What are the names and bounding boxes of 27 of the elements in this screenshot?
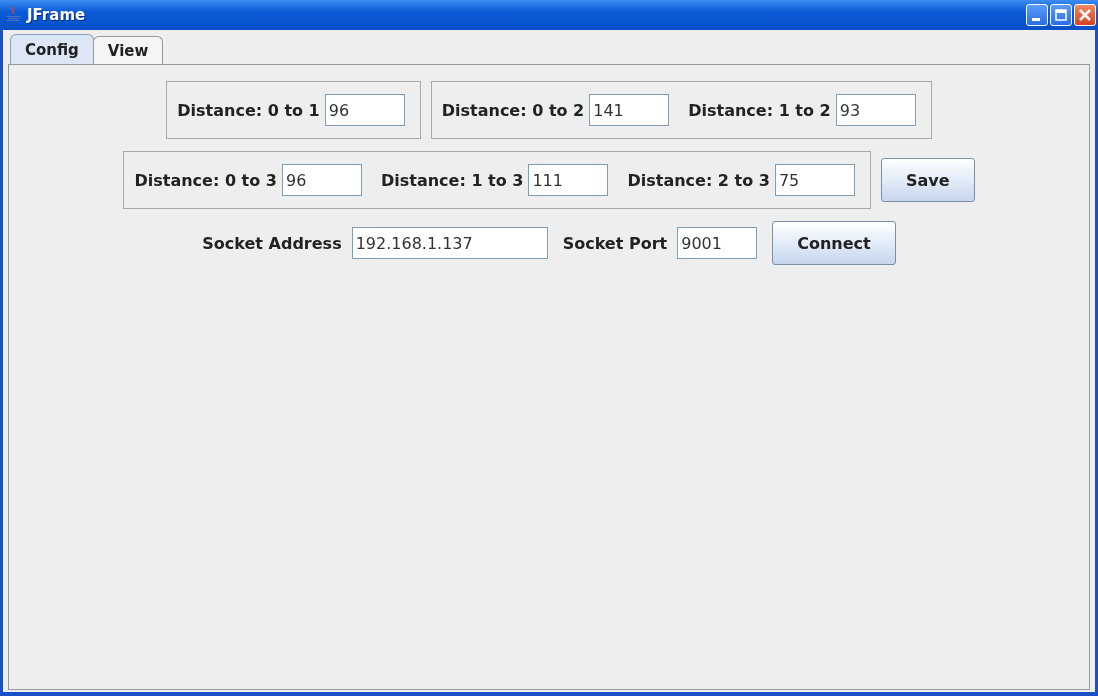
- input-field[interactable]: 9001: [677, 227, 758, 259]
- input-field[interactable]: 96: [281, 164, 362, 196]
- field-label: Distance: 0 to 2: [441, 100, 585, 120]
- input-field[interactable]: 75: [774, 164, 855, 196]
- field-label: Socket Address: [202, 233, 342, 253]
- tab[interactable]: View: [92, 36, 164, 64]
- tab[interactable]: Config: [10, 34, 94, 64]
- minimize-button[interactable]: [1026, 4, 1048, 26]
- action-button[interactable]: Save: [880, 158, 975, 202]
- maximize-button[interactable]: [1050, 4, 1072, 26]
- minimize-icon: [1031, 18, 1040, 21]
- action-button[interactable]: Connect: [772, 221, 896, 265]
- field-label: Socket Port: [562, 233, 668, 253]
- input-field[interactable]: 93: [835, 94, 916, 126]
- maximize-icon: [1054, 8, 1068, 22]
- input-field[interactable]: 192.168.1.137: [351, 227, 548, 259]
- field-label: Distance: 2 to 3: [627, 170, 770, 190]
- close-button[interactable]: [1074, 4, 1096, 26]
- input-field[interactable]: 96: [324, 94, 405, 126]
- field-label: Distance: 1 to 3: [380, 170, 524, 190]
- field-label: Distance: 1 to 2: [688, 100, 831, 120]
- input-field[interactable]: 141: [589, 94, 670, 126]
- field-label: Distance: 0 to 3: [134, 170, 277, 190]
- close-icon: [1078, 8, 1092, 22]
- input-field[interactable]: 111: [528, 164, 609, 196]
- window-title: JFrame: [27, 6, 86, 24]
- field-label: Distance: 0 to 1: [177, 100, 320, 120]
